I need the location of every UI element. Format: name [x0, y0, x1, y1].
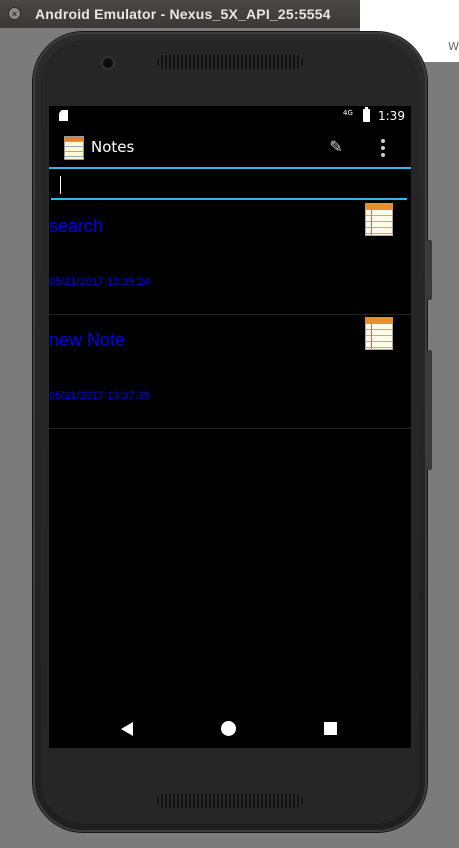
volume-button[interactable] [427, 350, 432, 470]
text-cursor [60, 176, 61, 194]
window-close-icon[interactable]: × [8, 7, 21, 20]
window-title: Android Emulator - Nexus_5X_API_25:5554 [35, 6, 331, 22]
note-date: 05/21/2017 13:39:24 [49, 276, 150, 288]
back-icon[interactable] [121, 722, 133, 736]
note-title: new Note [49, 330, 126, 350]
note-title: search [49, 216, 104, 236]
home-icon[interactable] [221, 721, 236, 736]
search-input[interactable] [51, 170, 407, 198]
note-list-item[interactable]: new Note 05/21/2017 13:37:39 [49, 316, 411, 429]
background-window-text: W [448, 40, 459, 53]
network-indicator: 4G [343, 109, 353, 117]
top-speaker [157, 55, 303, 69]
search-field[interactable] [51, 170, 407, 200]
new-note-icon[interactable]: ✎ [326, 138, 346, 156]
status-bar: 4G 1:39 [49, 106, 411, 126]
power-button[interactable] [427, 240, 432, 300]
note-icon [365, 317, 393, 350]
battery-icon [363, 107, 370, 122]
status-time: 1:39 [378, 109, 405, 123]
bottom-speaker [157, 794, 303, 808]
notepad-icon [64, 136, 84, 160]
front-camera [103, 58, 113, 68]
note-date: 05/21/2017 13:37:39 [49, 390, 150, 402]
sd-card-icon [59, 110, 68, 121]
overflow-menu-icon[interactable] [378, 138, 388, 158]
device-screen: 4G 1:39 Notes ✎ search 05/21/2017 13:39:… [49, 106, 411, 748]
navigation-bar [49, 708, 411, 748]
action-bar: Notes ✎ [49, 127, 411, 169]
app-title: Notes [91, 138, 135, 156]
recents-icon[interactable] [324, 722, 337, 735]
note-icon [365, 203, 393, 236]
note-list-item[interactable]: search 05/21/2017 13:39:24 [49, 202, 411, 315]
